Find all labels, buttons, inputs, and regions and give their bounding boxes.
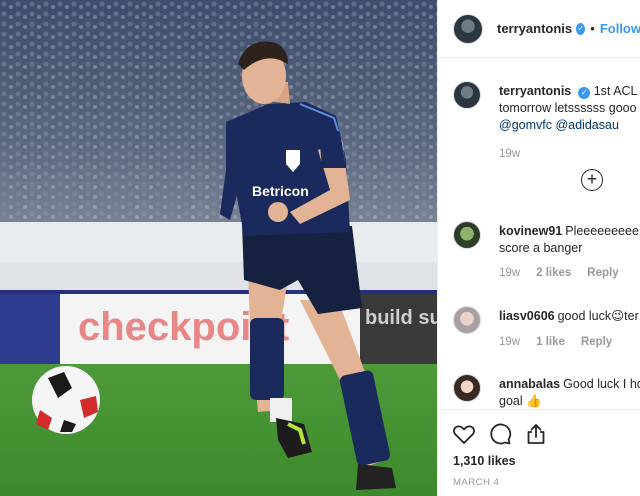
comment-username[interactable]: kovinew91 — [499, 224, 562, 238]
avatar[interactable] — [453, 13, 483, 44]
caption-meta: 19w — [499, 148, 536, 160]
thumbs-up-emoji: 👍 — [526, 394, 542, 408]
post-side-panel: terryantonis ✓ • Follow terryantonis ✓ 1s… — [437, 0, 640, 496]
football — [32, 366, 100, 434]
action-icons — [452, 422, 548, 446]
comment-line1: Good luck I ho — [563, 377, 640, 391]
caption-line1: 1st ACL g — [593, 84, 640, 98]
comment-line1-tail: ter — [624, 309, 639, 323]
mention-link[interactable]: @gomvfc — [499, 118, 552, 132]
comment-likes[interactable]: 1 like — [536, 336, 565, 348]
follow-button[interactable]: Follow — [600, 21, 640, 36]
post-photo[interactable]: checkpoint build survey — [0, 0, 437, 496]
comment-username[interactable]: liasv0606 — [499, 309, 555, 323]
board-text-right: build survey — [365, 307, 437, 329]
comment-time[interactable]: 19w — [499, 336, 520, 348]
post-date[interactable]: MARCH 4 — [453, 477, 499, 488]
mention-link[interactable]: @adidasau — [555, 118, 618, 132]
verified-icon: ✓ — [576, 22, 586, 35]
comment-username[interactable]: annabalas — [499, 377, 560, 391]
comment-line1: good luck — [557, 309, 612, 323]
verified-icon: ✓ — [578, 87, 591, 99]
caption-line2: tomorrow letssssss gooo — [499, 101, 637, 115]
comment-likes[interactable]: 2 likes — [536, 267, 571, 279]
comment-icon[interactable] — [488, 422, 512, 446]
load-more-comments-icon[interactable]: + — [581, 169, 603, 191]
comment-text: kovinew91 Pleeeeeeeee score a banger — [499, 223, 640, 257]
likes-count[interactable]: 1,310 likes — [453, 454, 516, 468]
comment-text: liasv0606 good luck😉ter — [499, 308, 640, 325]
caption-username[interactable]: terryantonis — [499, 84, 571, 98]
comment-time[interactable]: 19w — [499, 267, 520, 279]
avatar[interactable] — [453, 81, 481, 109]
comment-meta: 19w 1 like Reply — [499, 336, 628, 348]
reply-button[interactable]: Reply — [581, 336, 612, 348]
avatar[interactable] — [453, 306, 481, 334]
share-icon[interactable] — [524, 422, 548, 446]
post-actions: 1,310 likes MARCH 4 — [438, 409, 640, 496]
reply-button[interactable]: Reply — [587, 267, 618, 279]
comment-meta: 19w 2 likes Reply — [499, 267, 635, 279]
heart-icon[interactable] — [452, 422, 476, 446]
post-header: terryantonis ✓ • Follow — [438, 0, 640, 58]
comment-line2: goal — [499, 394, 523, 408]
separator-dot: • — [590, 21, 595, 36]
avatar[interactable] — [453, 374, 481, 402]
comments-list[interactable]: terryantonis ✓ 1st ACL g tomorrow letssss… — [438, 59, 640, 409]
avatar[interactable] — [453, 221, 481, 249]
comment-line2: score a banger — [499, 241, 583, 255]
comment-line1: Pleeeeeeeee — [565, 224, 639, 238]
jersey-sponsor: Betricon — [252, 183, 309, 199]
instagram-post: checkpoint build survey — [0, 0, 640, 496]
caption-text: terryantonis ✓ 1st ACL g tomorrow letssss… — [499, 83, 640, 134]
football-player-photo: checkpoint build survey — [0, 0, 437, 496]
wink-emoji: 😉 — [611, 309, 625, 323]
caption-time[interactable]: 19w — [499, 148, 520, 160]
comment-text: annabalas Good luck I ho goal 👍 — [499, 376, 640, 410]
header-username[interactable]: terryantonis — [497, 21, 572, 36]
